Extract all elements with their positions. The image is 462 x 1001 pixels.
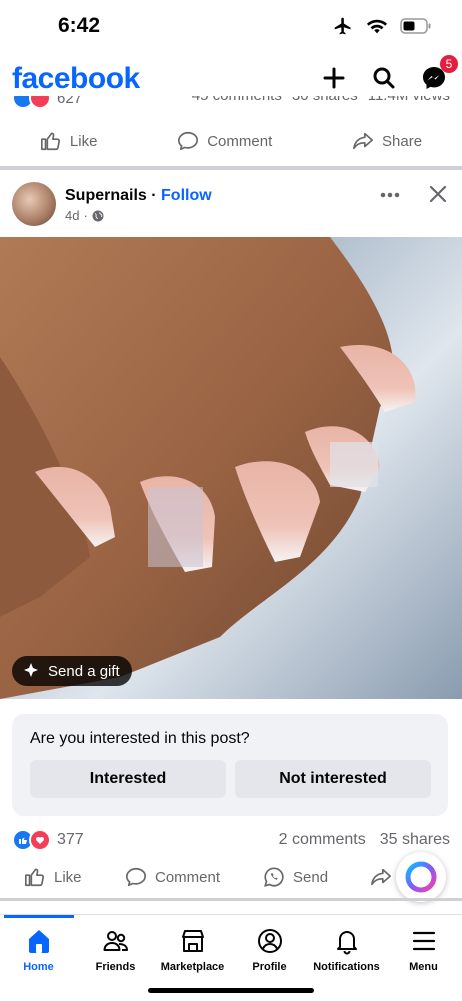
tab-home[interactable]: Home [1, 927, 77, 973]
create-button[interactable] [320, 64, 348, 92]
more-options-button[interactable] [380, 186, 400, 204]
send-label: Send [293, 868, 329, 886]
comment-button[interactable]: Comment [177, 130, 272, 152]
love-reaction-icon [29, 96, 51, 109]
comment-label: Comment [155, 868, 221, 886]
whatsapp-icon [264, 867, 284, 887]
like-button[interactable]: Like [40, 130, 98, 152]
love-reaction-icon [29, 829, 51, 851]
like-label: Like [54, 868, 82, 886]
interest-prompt: Are you interested in this post? Interes… [12, 714, 448, 816]
post-header: Supernails · Follow 4d · [0, 172, 462, 236]
like-icon [25, 868, 44, 887]
comment-label: Comment [207, 132, 273, 150]
feed-divider [0, 898, 462, 901]
shares-count[interactable]: 30 shares [292, 96, 358, 109]
reaction-count[interactable]: 377 [57, 831, 84, 849]
feed-divider [0, 166, 462, 170]
like-button[interactable]: Like [24, 866, 82, 888]
messenger-button[interactable]: 5 [420, 55, 458, 92]
follow-button[interactable]: Follow [161, 187, 212, 204]
tab-label: Menu [409, 961, 438, 973]
close-icon [429, 185, 447, 203]
tab-profile[interactable]: Profile [232, 927, 308, 973]
battery-icon [400, 18, 432, 39]
tab-label: Profile [252, 961, 287, 973]
home-icon [28, 930, 49, 953]
status-time: 6:42 [58, 14, 101, 37]
share-icon [353, 132, 374, 150]
not-interested-button[interactable]: Not interested [235, 760, 431, 798]
friends-icon [103, 931, 128, 951]
tab-marketplace[interactable]: Marketplace [155, 927, 231, 973]
bottom-tab-bar: Home Friends Marketplace Profile Notific… [0, 914, 462, 1001]
views-count: 11.4M views [368, 96, 450, 109]
meta-ai-button[interactable] [396, 852, 446, 902]
facebook-logo[interactable]: facebook [12, 62, 140, 96]
comments-count[interactable]: 2 comments [279, 831, 366, 849]
tab-label: Home [23, 961, 54, 973]
home-indicator [148, 988, 314, 993]
interest-question: Are you interested in this post? [30, 730, 250, 747]
previous-post: 627 45 comments 30 shares 11.4M views Li… [0, 96, 462, 166]
globe-icon [92, 210, 104, 221]
bell-icon [336, 931, 357, 955]
tab-notifications[interactable]: Notifications [309, 927, 385, 973]
send-gift-label: Send a gift [48, 662, 120, 680]
search-icon [373, 67, 395, 89]
tab-friends[interactable]: Friends [78, 927, 154, 973]
meta-ai-icon [405, 861, 437, 893]
comment-button[interactable]: Comment [125, 866, 220, 888]
post-time[interactable]: 4d [65, 208, 79, 223]
hide-post-button[interactable] [428, 184, 448, 209]
shares-count[interactable]: 35 shares [380, 831, 450, 849]
post-actions: Like Comment Send [0, 860, 462, 894]
send-button[interactable]: Send [263, 866, 328, 888]
airplane-icon [332, 16, 354, 41]
comment-icon [178, 131, 199, 151]
menu-icon [412, 931, 435, 951]
post-stats: 377 2 comments 35 shares [12, 828, 450, 852]
nails-photo [0, 237, 416, 699]
interested-button[interactable]: Interested [30, 760, 226, 798]
notification-badge: 5 [440, 55, 458, 73]
profile-icon [257, 929, 282, 953]
share-icon [371, 868, 391, 886]
like-label: Like [69, 132, 98, 150]
share-label: Share [382, 132, 423, 150]
gift-sparkle-icon [24, 663, 38, 677]
tab-label: Marketplace [160, 961, 225, 973]
comment-icon [126, 867, 146, 887]
post-image[interactable] [0, 237, 462, 699]
tab-label: Friends [95, 961, 136, 973]
tab-menu[interactable]: Menu [386, 927, 462, 973]
send-gift-button[interactable]: Send a gift [12, 656, 132, 686]
active-tab-indicator [4, 915, 74, 918]
marketplace-icon [181, 930, 204, 952]
page-name[interactable]: Supernails [65, 187, 147, 204]
search-button[interactable] [370, 64, 398, 92]
reaction-count[interactable]: 627 [57, 96, 82, 107]
like-icon [40, 132, 60, 151]
tab-label: Notifications [313, 961, 380, 973]
plus-icon [323, 67, 345, 89]
share-button[interactable]: Share [352, 130, 422, 152]
page-avatar[interactable] [12, 182, 56, 226]
status-bar: 6:42 [0, 0, 462, 54]
more-icon [380, 192, 400, 198]
comments-count[interactable]: 45 comments [192, 96, 282, 109]
name-separator: · [146, 187, 162, 204]
share-button[interactable] [370, 866, 392, 888]
wifi-icon [366, 17, 388, 40]
